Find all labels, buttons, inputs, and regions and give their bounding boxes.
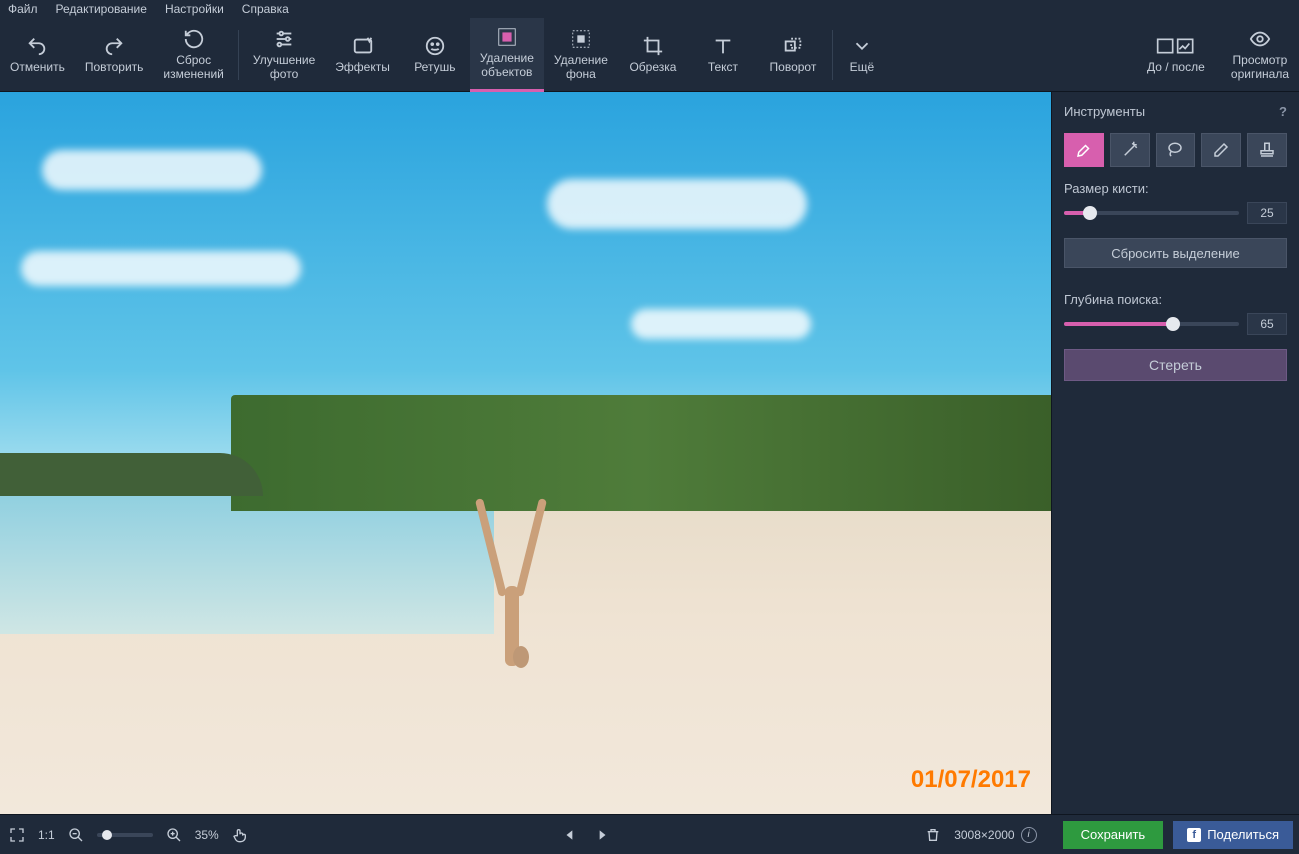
redo-icon bbox=[103, 35, 125, 57]
lasso-icon bbox=[1166, 141, 1184, 159]
stamp-icon bbox=[1258, 141, 1276, 159]
share-label: Поделиться bbox=[1207, 827, 1279, 842]
crop-button[interactable]: Обрезка bbox=[618, 18, 688, 92]
redo-label: Повторить bbox=[85, 61, 144, 75]
undo-button[interactable]: Отменить bbox=[0, 18, 75, 92]
brush-size-slider[interactable] bbox=[1064, 211, 1239, 215]
erase-button[interactable]: Стереть bbox=[1064, 349, 1287, 381]
rotate-icon bbox=[782, 35, 804, 57]
crop-label: Обрезка bbox=[629, 61, 676, 75]
info-icon[interactable]: i bbox=[1021, 827, 1037, 843]
text-label: Текст bbox=[708, 61, 738, 75]
zoom-out-icon bbox=[68, 827, 84, 843]
share-button[interactable]: f Поделиться bbox=[1173, 821, 1293, 849]
object-removal-label: Удаление объектов bbox=[480, 52, 534, 80]
zoom-in-icon bbox=[166, 827, 182, 843]
menu-help[interactable]: Справка bbox=[242, 2, 289, 16]
brush-size-value[interactable]: 25 bbox=[1247, 202, 1287, 224]
search-depth-slider[interactable] bbox=[1064, 322, 1239, 326]
crop-icon bbox=[642, 35, 664, 57]
menu-settings[interactable]: Настройки bbox=[165, 2, 224, 16]
trash-icon bbox=[925, 827, 941, 843]
eye-icon bbox=[1249, 28, 1271, 50]
redo-button[interactable]: Повторить bbox=[75, 18, 154, 92]
triangle-right-icon bbox=[595, 828, 609, 842]
rotate-button[interactable]: Поворот bbox=[758, 18, 828, 92]
facebook-icon: f bbox=[1187, 828, 1201, 842]
wand-icon bbox=[1121, 141, 1139, 159]
before-after-label: До / после bbox=[1147, 61, 1205, 75]
brush-tool[interactable] bbox=[1064, 133, 1104, 167]
zoom-out-button[interactable] bbox=[65, 824, 87, 846]
more-label: Ещё bbox=[850, 61, 875, 75]
prev-button[interactable] bbox=[559, 824, 581, 846]
hand-icon bbox=[232, 827, 248, 843]
menu-edit[interactable]: Редактирование bbox=[56, 2, 147, 16]
effects-button[interactable]: Эффекты bbox=[325, 18, 400, 92]
effects-label: Эффекты bbox=[335, 61, 390, 75]
object-removal-button[interactable]: Удаление объектов bbox=[470, 18, 544, 92]
text-icon bbox=[712, 35, 734, 57]
enhance-button[interactable]: Улучшение фото bbox=[243, 18, 325, 92]
undo-label: Отменить bbox=[10, 61, 65, 75]
save-button[interactable]: Сохранить bbox=[1063, 821, 1164, 849]
tools-panel: Инструменты ? Размер кисти: 25 Сбросить … bbox=[1051, 92, 1299, 814]
bg-removal-button[interactable]: Удаление фона bbox=[544, 18, 618, 92]
eraser-icon bbox=[1212, 141, 1230, 159]
retouch-label: Ретушь bbox=[414, 61, 455, 75]
help-icon[interactable]: ? bbox=[1279, 104, 1287, 119]
bg-removal-icon bbox=[570, 28, 592, 50]
delete-button[interactable] bbox=[922, 824, 944, 846]
menu-file[interactable]: Файл bbox=[8, 2, 38, 16]
image-dimensions: 3008×2000 bbox=[954, 828, 1014, 842]
face-icon bbox=[424, 35, 446, 57]
search-depth-label: Глубина поиска: bbox=[1064, 292, 1287, 307]
zoom-slider[interactable] bbox=[97, 833, 153, 837]
enhance-label: Улучшение фото bbox=[253, 54, 315, 82]
reset-button[interactable]: Сброс изменений bbox=[153, 18, 233, 92]
reset-icon bbox=[183, 28, 205, 50]
effects-icon bbox=[352, 35, 374, 57]
hand-tool-button[interactable] bbox=[229, 824, 251, 846]
compare-icon bbox=[1156, 35, 1196, 57]
one-to-one-button[interactable]: 1:1 bbox=[38, 828, 55, 842]
toolbar-separator bbox=[238, 30, 239, 80]
photo: 01/07/2017 bbox=[0, 92, 1051, 814]
toolbar-separator bbox=[832, 30, 833, 80]
brush-icon bbox=[1075, 141, 1093, 159]
date-stamp: 01/07/2017 bbox=[911, 766, 1031, 794]
triangle-left-icon bbox=[563, 828, 577, 842]
view-original-button[interactable]: Просмотр оригинала bbox=[1221, 18, 1299, 92]
menu-bar: Файл Редактирование Настройки Справка bbox=[0, 0, 1299, 18]
expand-icon bbox=[9, 827, 25, 843]
search-depth-value[interactable]: 65 bbox=[1247, 313, 1287, 335]
status-bar: 1:1 35% 3008×2000 i Сохранить f Поделитьс… bbox=[0, 814, 1299, 854]
zoom-percent: 35% bbox=[195, 828, 219, 842]
stamp-tool[interactable] bbox=[1247, 133, 1287, 167]
more-button[interactable]: Ещё bbox=[837, 18, 887, 92]
reset-selection-button[interactable]: Сбросить выделение bbox=[1064, 238, 1287, 268]
view-original-label: Просмотр оригинала bbox=[1231, 54, 1289, 82]
panel-title: Инструменты bbox=[1064, 104, 1145, 119]
before-after-button[interactable]: До / после bbox=[1131, 18, 1221, 92]
zoom-in-button[interactable] bbox=[163, 824, 185, 846]
bg-removal-label: Удаление фона bbox=[554, 54, 608, 82]
object-removal-icon bbox=[496, 26, 518, 48]
main-toolbar: Отменить Повторить Сброс изменений Улучш… bbox=[0, 18, 1299, 92]
magic-wand-tool[interactable] bbox=[1110, 133, 1150, 167]
eraser-tool[interactable] bbox=[1201, 133, 1241, 167]
chevron-down-icon bbox=[851, 35, 873, 57]
brush-size-label: Размер кисти: bbox=[1064, 181, 1287, 196]
text-button[interactable]: Текст bbox=[688, 18, 758, 92]
canvas-area[interactable]: 01/07/2017 bbox=[0, 92, 1051, 814]
fullscreen-button[interactable] bbox=[6, 824, 28, 846]
sliders-icon bbox=[273, 28, 295, 50]
rotate-label: Поворот bbox=[770, 61, 817, 75]
reset-label: Сброс изменений bbox=[163, 54, 223, 82]
retouch-button[interactable]: Ретушь bbox=[400, 18, 470, 92]
lasso-tool[interactable] bbox=[1156, 133, 1196, 167]
undo-icon bbox=[26, 35, 48, 57]
next-button[interactable] bbox=[591, 824, 613, 846]
